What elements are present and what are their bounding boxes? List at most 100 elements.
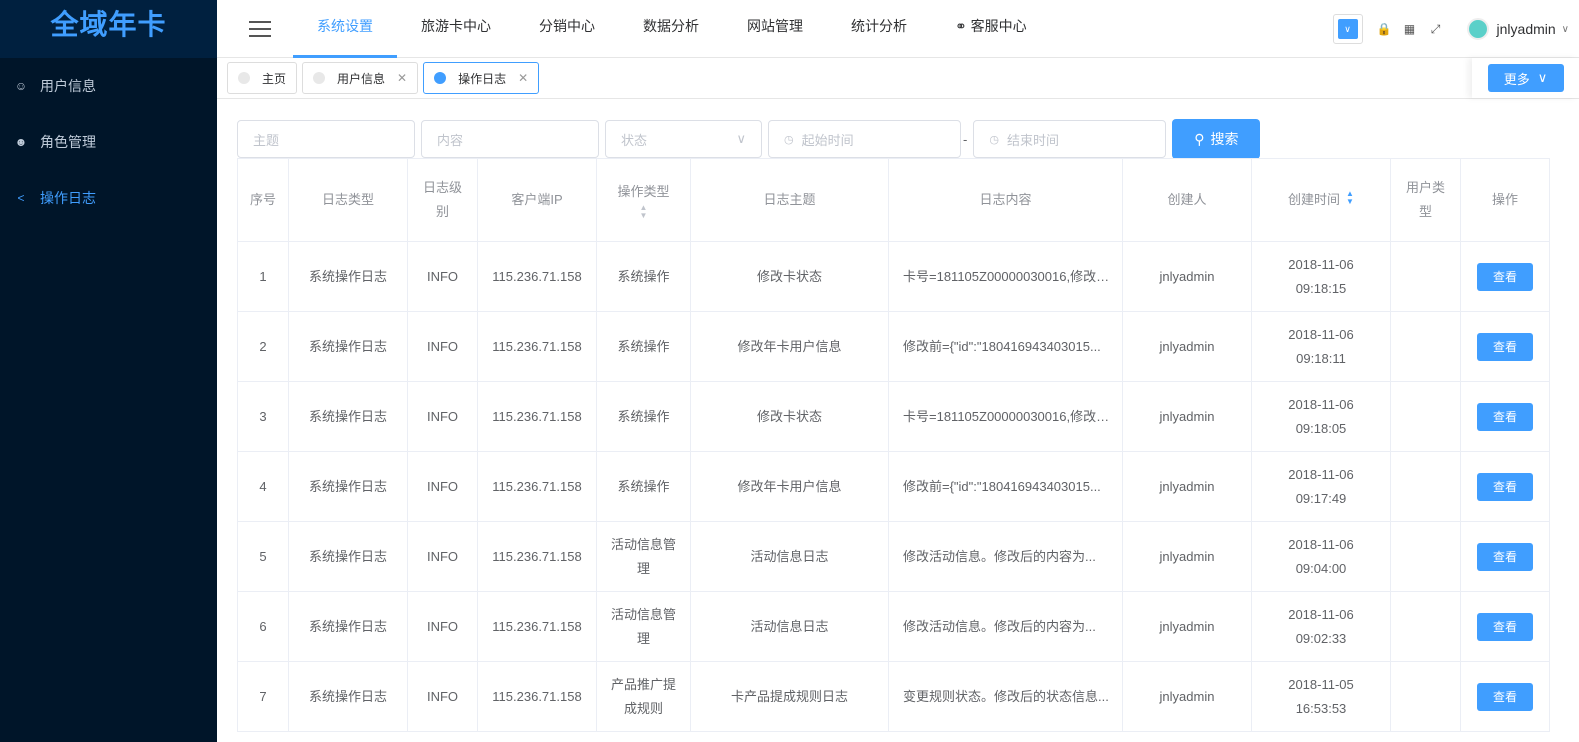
status-select[interactable]: 状态 ∨ — [605, 120, 762, 158]
sidebar-item-operation-log[interactable]: < 操作日志 — [0, 170, 217, 226]
role-icon: ☻ — [14, 135, 28, 149]
view-button[interactable]: 查看 — [1477, 542, 1533, 571]
nav-site-manage[interactable]: 网站管理 — [723, 0, 827, 58]
sidebar-item-label: 操作日志 — [40, 190, 96, 206]
share-icon: < — [17, 191, 25, 205]
col-user-type-cell — [1390, 521, 1461, 592]
tab-user-info[interactable]: 用户信息 ✕ — [302, 62, 419, 94]
log-table: 序号 日志类型 日志级别 客户端IP 操作类型 ▲ ▼ 日志主题 日志内容 创建人 创建时间 ▲ ▼ 用户… — [237, 158, 1550, 732]
tab-label: 用户信息 — [337, 71, 386, 86]
col-content-cell: 修改前={"id":"180416943403015... — [888, 451, 1123, 522]
view-button[interactable]: 查看 — [1477, 682, 1533, 711]
menu-toggle-icon[interactable] — [249, 20, 271, 37]
tab-home[interactable]: 主页 — [227, 62, 298, 94]
end-time-input[interactable]: ◷ 结束时间 — [973, 120, 1167, 158]
nav-label: 客服中心 — [970, 17, 1027, 34]
nav-data-analysis[interactable]: 数据分析 — [619, 0, 723, 58]
col-creator-cell: jnlyadmin — [1122, 591, 1252, 662]
header-label: 操作类型 — [617, 184, 670, 199]
col-subject-cell: 活动信息日志 — [690, 591, 889, 662]
view-button[interactable]: 查看 — [1477, 262, 1533, 291]
header-label: 日志类型 — [321, 192, 374, 207]
header-col-created-at[interactable]: 创建时间 ▲ ▼ — [1251, 158, 1391, 242]
col-created-at-cell: 2018-11-06 09:04:00 — [1251, 521, 1391, 592]
lock-icon[interactable]: 🔒 — [1377, 22, 1392, 36]
actions-cell: 查看 — [1460, 591, 1550, 662]
actions-cell: 查看 — [1460, 381, 1550, 452]
tab-operation-log[interactable]: 操作日志 ✕ — [423, 62, 540, 94]
header-label: 序号 — [249, 192, 276, 207]
placeholder: 起始时间 — [801, 132, 854, 148]
nav-distribution[interactable]: 分销中心 — [515, 0, 619, 58]
nav-customer-service[interactable]: ⚭ 客服中心 — [931, 0, 1051, 58]
close-icon[interactable]: ✕ — [518, 71, 528, 85]
col-log-type-cell: 系统操作日志 — [288, 521, 408, 592]
view-button[interactable]: 查看 — [1477, 612, 1533, 641]
col-client-ip-cell: 115.236.71.158 — [477, 311, 597, 382]
user-icon: ☺ — [14, 79, 28, 93]
sort-icon[interactable]: ▲ ▼ — [1346, 190, 1354, 206]
col-content-cell: 修改前={"id":"180416943403015... — [888, 311, 1123, 382]
col-log-type-cell: 系统操作日志 — [288, 241, 408, 312]
close-icon[interactable]: ✕ — [397, 71, 407, 85]
more-label: 更多 — [1503, 71, 1530, 87]
clock-icon: ◷ — [784, 133, 794, 146]
dot-icon — [238, 72, 250, 84]
avatar[interactable] — [1466, 18, 1489, 40]
col-user-type-cell — [1390, 591, 1461, 662]
header-label: 日志内容 — [979, 192, 1032, 207]
dropdown-toggle-button[interactable]: ∨ — [1332, 14, 1363, 44]
view-button[interactable]: 查看 — [1477, 472, 1533, 501]
subject-input[interactable]: 主题 — [237, 120, 415, 158]
col-index-cell: 1 — [237, 241, 289, 312]
chevron-down-icon[interactable]: ∨ — [1562, 24, 1569, 35]
header-label: 创建时间 — [1288, 192, 1341, 207]
col-creator-cell: jnlyadmin — [1122, 451, 1252, 522]
fullscreen-icon[interactable]: ⤢ — [1429, 22, 1443, 37]
col-index-cell: 7 — [237, 661, 289, 732]
col-content-cell: 卡号=181105Z00000030016,修改卡状态为... — [888, 381, 1123, 452]
header-col-log-level: 日志级别 — [407, 158, 478, 242]
actions-cell: 查看 — [1460, 521, 1550, 592]
table-row: 1 系统操作日志 INFO 115.236.71.158 系统操作 修改卡状态 卡号=181… — [237, 241, 1550, 312]
search-button[interactable]: ⚲ 搜索 — [1172, 119, 1261, 159]
col-content-cell: 修改活动信息。修改后的内容为... — [888, 591, 1123, 662]
search-label: 搜索 — [1210, 131, 1239, 147]
sidebar-item-user-info[interactable]: ☺ 用户信息 — [0, 58, 217, 114]
chevron-down-icon: ∨ — [1537, 70, 1548, 85]
username[interactable]: jnlyadmin — [1497, 21, 1556, 37]
col-creator-cell: jnlyadmin — [1122, 381, 1252, 452]
col-user-type-cell — [1390, 451, 1461, 522]
col-creator-cell: jnlyadmin — [1122, 241, 1252, 312]
header-label: 客户端IP — [511, 192, 563, 207]
col-log-level-cell: INFO — [407, 451, 478, 522]
nav-travel-card[interactable]: 旅游卡中心 — [397, 0, 515, 58]
col-subject-cell: 修改年卡用户信息 — [690, 451, 889, 522]
view-button[interactable]: 查看 — [1477, 402, 1533, 431]
placeholder: 状态 — [621, 132, 648, 148]
col-creator-cell: jnlyadmin — [1122, 661, 1252, 732]
nav-statistics[interactable]: 统计分析 — [827, 0, 931, 58]
tab-label: 主页 — [262, 71, 287, 86]
col-op-type-cell: 系统操作 — [596, 241, 691, 312]
nav-system-settings[interactable]: 系统设置 — [293, 0, 397, 58]
actions-cell: 查看 — [1460, 451, 1550, 522]
header-col-op-type[interactable]: 操作类型 ▲ ▼ — [596, 158, 691, 242]
more-button[interactable]: 更多 ∨ — [1487, 64, 1564, 92]
actions-cell: 查看 — [1460, 661, 1550, 732]
col-op-type-cell: 活动信息管理 — [596, 591, 691, 662]
header-col-content: 日志内容 — [888, 158, 1123, 242]
start-time-input[interactable]: ◷ 起始时间 — [768, 120, 961, 158]
grid-icon[interactable]: ▦ — [1403, 22, 1417, 36]
col-creator-cell: jnlyadmin — [1122, 521, 1252, 592]
sidebar-item-role[interactable]: ☻ 角色管理 — [0, 114, 217, 170]
col-op-type-cell: 产品推广提成规则 — [596, 661, 691, 732]
col-creator-cell: jnlyadmin — [1122, 311, 1252, 382]
view-button[interactable]: 查看 — [1477, 332, 1533, 361]
col-client-ip-cell: 115.236.71.158 — [477, 661, 597, 732]
col-op-type-cell: 活动信息管理 — [596, 521, 691, 592]
col-subject-cell: 修改卡状态 — [690, 241, 889, 312]
content-input[interactable]: 内容 — [421, 120, 599, 158]
col-op-type-cell: 系统操作 — [596, 451, 691, 522]
sort-icon[interactable]: ▲ ▼ — [607, 204, 680, 220]
